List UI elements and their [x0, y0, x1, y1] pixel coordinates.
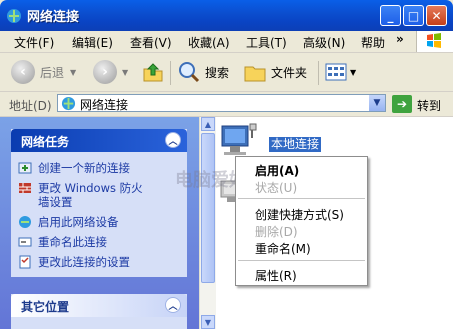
forward-button[interactable]: › ▼ — [93, 57, 128, 87]
menu-item-status: 状态(U) — [255, 181, 298, 195]
network-connections-icon — [7, 9, 21, 23]
network-connections-icon — [61, 96, 76, 111]
back-label: 后退 — [40, 65, 65, 80]
other-places-panel: 其它位置 ︿ — [11, 294, 187, 329]
collapse-chevron-icon[interactable]: ︿ — [165, 297, 181, 313]
task-label-line2: 墙设置 — [38, 195, 73, 209]
scroll-down-icon[interactable]: ▼ — [201, 315, 215, 329]
menu-help[interactable]: 帮助 — [361, 34, 385, 51]
network-tasks-title: 网络任务 — [21, 135, 70, 149]
other-places-title: 其它位置 — [21, 300, 70, 314]
other-places-header[interactable]: 其它位置 ︿ — [11, 294, 187, 317]
toolbar-divider — [170, 61, 171, 85]
menu-item-create-shortcut[interactable]: 创建快捷方式(S) — [255, 206, 344, 223]
task-label: 更改 Windows 防火 墙设置 — [38, 181, 143, 209]
back-button[interactable]: ‹ 后退 ▼ — [11, 57, 76, 87]
selected-connection-label[interactable]: 本地连接 — [267, 136, 323, 153]
address-value: 网络连接 — [80, 98, 129, 112]
title-bar[interactable]: 网络连接 _ □ ✕ — [0, 0, 453, 31]
menu-favorites[interactable]: 收藏(A) — [188, 34, 230, 51]
windows-logo-icon — [416, 31, 453, 52]
context-menu: 启用(A) 状态(U) 创建快捷方式(S) 删除(D) 重命名(M) 属性(R) — [235, 156, 368, 286]
menu-advanced[interactable]: 高级(N) — [303, 34, 345, 51]
task-change-settings[interactable]: 更改此连接的设置 — [18, 255, 130, 269]
menu-separator — [238, 198, 365, 199]
vertical-scrollbar[interactable]: ▲ ▼ — [199, 117, 216, 329]
maximize-button[interactable]: □ — [403, 5, 424, 26]
folders-button[interactable]: 文件夹 — [243, 57, 307, 87]
views-icon — [325, 63, 347, 81]
close-button[interactable]: ✕ — [426, 5, 447, 26]
toolbar-divider — [318, 61, 319, 85]
go-button-label[interactable]: 转到 — [417, 97, 441, 114]
search-icon — [179, 62, 200, 83]
network-tasks-panel: 网络任务 ︿ 创建一个新的连接 更改 Windows 防火 墙设置 启用此网络设… — [11, 129, 187, 277]
folders-label: 文件夹 — [271, 65, 308, 80]
search-label: 搜索 — [205, 65, 230, 80]
enable-device-icon — [19, 216, 31, 228]
views-button[interactable]: ▼ — [325, 57, 356, 87]
menu-item-delete: 删除(D) — [255, 225, 298, 239]
task-firewall-settings[interactable]: 更改 Windows 防火 墙设置 — [18, 181, 143, 209]
explorer-window: 网络连接 _ □ ✕ 文件(F) 编辑(E) 查看(V) 收藏(A) 工具(T)… — [0, 0, 453, 329]
window-title: 网络连接 — [27, 10, 80, 25]
menu-overflow-chevron[interactable]: » — [396, 32, 404, 46]
forward-arrow-icon: › — [93, 60, 117, 84]
up-folder-button[interactable] — [142, 57, 164, 87]
address-bar: 地址(D) 网络连接 ▼ ➔ 转到 — [0, 92, 453, 117]
forward-dropdown-icon[interactable]: ▼ — [122, 68, 128, 77]
collapse-chevron-icon[interactable]: ︿ — [165, 132, 181, 148]
menu-file[interactable]: 文件(F) — [14, 34, 54, 51]
menu-item-enable[interactable]: 启用(A) — [255, 162, 299, 179]
menu-bar: 文件(F) 编辑(E) 查看(V) 收藏(A) 工具(T) 高级(N) 帮助 » — [0, 31, 453, 53]
address-label: 地址(D) — [9, 99, 52, 113]
task-label: 启用此网络设备 — [38, 215, 119, 229]
scroll-thumb[interactable] — [201, 133, 215, 283]
address-field[interactable]: 网络连接 ▼ — [57, 94, 386, 112]
menu-edit[interactable]: 编辑(E) — [72, 34, 113, 51]
lan-connection-icon[interactable] — [218, 122, 262, 160]
task-label: 创建一个新的连接 — [38, 161, 130, 175]
address-dropdown-icon[interactable]: ▼ — [369, 95, 385, 111]
back-arrow-icon: ‹ — [11, 60, 35, 84]
menu-separator — [238, 260, 365, 261]
task-label: 更改此连接的设置 — [38, 255, 130, 269]
task-pane: 网络任务 ︿ 创建一个新的连接 更改 Windows 防火 墙设置 启用此网络设… — [0, 117, 199, 329]
up-folder-icon — [143, 63, 163, 82]
menu-view[interactable]: 查看(V) — [130, 34, 172, 51]
folders-icon — [244, 66, 266, 82]
task-create-connection[interactable]: 创建一个新的连接 — [18, 161, 130, 175]
settings-checklist-icon — [19, 255, 31, 269]
back-dropdown-icon[interactable]: ▼ — [70, 68, 76, 77]
task-rename-connection[interactable]: 重命名此连接 — [18, 235, 107, 249]
rename-icon — [18, 237, 32, 247]
task-label-line1: 更改 Windows 防火 — [38, 181, 143, 195]
scroll-up-icon[interactable]: ▲ — [201, 117, 215, 131]
menu-tools[interactable]: 工具(T) — [246, 34, 287, 51]
task-label: 重命名此连接 — [38, 235, 107, 249]
new-connection-icon — [18, 162, 32, 174]
toolbar: ‹ 后退 ▼ › ▼ 搜索 文件夹 ▼ — [0, 53, 453, 92]
minimize-button[interactable]: _ — [380, 5, 401, 26]
go-arrow-icon[interactable]: ➔ — [392, 95, 412, 113]
menu-item-rename[interactable]: 重命名(M) — [255, 240, 311, 257]
menu-item-properties[interactable]: 属性(R) — [255, 267, 297, 284]
network-tasks-header[interactable]: 网络任务 ︿ — [11, 129, 187, 152]
firewall-icon — [19, 183, 31, 193]
search-button[interactable]: 搜索 — [177, 57, 229, 87]
views-dropdown-icon[interactable]: ▼ — [350, 68, 356, 77]
task-enable-device[interactable]: 启用此网络设备 — [18, 215, 119, 229]
